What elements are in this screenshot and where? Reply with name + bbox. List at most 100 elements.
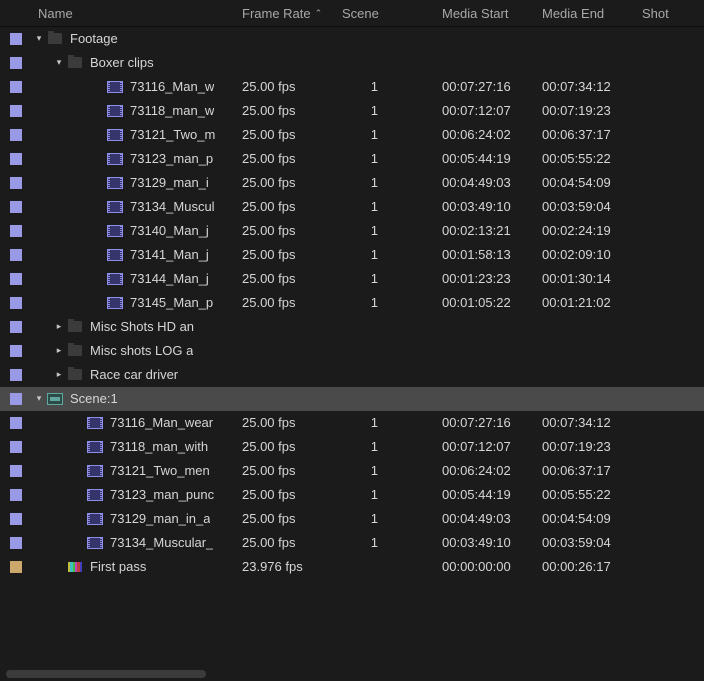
- scene-cell: 1: [336, 151, 436, 166]
- clip-icon: [86, 465, 104, 477]
- clip-icon: [106, 129, 124, 141]
- name-cell[interactable]: ▾Footage: [32, 31, 236, 46]
- clip-icon: [106, 297, 124, 309]
- label-swatch[interactable]: [10, 393, 22, 405]
- frame-rate-cell: 25.00 fps: [236, 151, 336, 166]
- label-swatch[interactable]: [10, 513, 22, 525]
- project-row[interactable]: ▸Misc shots LOG a: [0, 339, 704, 363]
- project-row[interactable]: ▸Race car driver: [0, 363, 704, 387]
- item-name: 73123_man_p: [130, 151, 213, 166]
- name-cell[interactable]: 73140_Man_j: [32, 223, 236, 238]
- label-swatch[interactable]: [10, 153, 22, 165]
- name-cell[interactable]: 73118_man_with: [32, 439, 236, 454]
- project-row[interactable]: 73121_Two_men25.00 fps100:06:24:0200:06:…: [0, 459, 704, 483]
- label-swatch[interactable]: [10, 537, 22, 549]
- media-end-cell: 00:03:59:04: [536, 199, 636, 214]
- name-cell[interactable]: 73145_Man_p: [32, 295, 236, 310]
- disclosure-closed-icon[interactable]: ▸: [52, 321, 66, 332]
- label-swatch[interactable]: [10, 81, 22, 93]
- clip-icon: [86, 417, 104, 429]
- frame-rate-cell: 25.00 fps: [236, 415, 336, 430]
- clip-icon: [86, 513, 104, 525]
- disclosure-open-icon[interactable]: ▾: [32, 33, 46, 44]
- name-cell[interactable]: ▾Boxer clips: [32, 55, 236, 70]
- project-row[interactable]: 73118_man_with25.00 fps100:07:12:0700:07…: [0, 435, 704, 459]
- label-swatch[interactable]: [10, 105, 22, 117]
- item-name: Scene:1: [70, 391, 118, 406]
- label-swatch[interactable]: [10, 177, 22, 189]
- sort-ascending-icon: ⌃: [315, 8, 323, 19]
- label-swatch[interactable]: [10, 129, 22, 141]
- column-header-media-start[interactable]: Media Start: [436, 0, 536, 26]
- project-row[interactable]: 73116_Man_w25.00 fps100:07:27:1600:07:34…: [0, 75, 704, 99]
- project-row[interactable]: 73129_man_in_a25.00 fps100:04:49:0300:04…: [0, 507, 704, 531]
- name-cell[interactable]: 73121_Two_m: [32, 127, 236, 142]
- label-swatch[interactable]: [10, 273, 22, 285]
- name-cell[interactable]: 73141_Man_j: [32, 247, 236, 262]
- name-cell[interactable]: 73118_man_w: [32, 103, 236, 118]
- label-swatch[interactable]: [10, 57, 22, 69]
- project-row[interactable]: 73118_man_w25.00 fps100:07:12:0700:07:19…: [0, 99, 704, 123]
- name-cell[interactable]: ▾ Scene:1: [32, 391, 236, 406]
- label-swatch[interactable]: [10, 561, 22, 573]
- disclosure-open-icon[interactable]: ▾: [52, 57, 66, 68]
- label-swatch[interactable]: [10, 33, 22, 45]
- label-swatch[interactable]: [10, 297, 22, 309]
- column-header-name[interactable]: Name: [32, 0, 236, 26]
- project-row[interactable]: 73140_Man_j25.00 fps100:02:13:2100:02:24…: [0, 219, 704, 243]
- project-row[interactable]: 73123_man_punc25.00 fps100:05:44:1900:05…: [0, 483, 704, 507]
- column-header-media-end[interactable]: Media End: [536, 0, 636, 26]
- project-row[interactable]: ▾Footage: [0, 27, 704, 51]
- project-row[interactable]: First pass23.976 fps00:00:00:0000:00:26:…: [0, 555, 704, 579]
- label-swatch[interactable]: [10, 465, 22, 477]
- label-swatch[interactable]: [10, 201, 22, 213]
- project-row[interactable]: 73145_Man_p25.00 fps100:01:05:2200:01:21…: [0, 291, 704, 315]
- project-row[interactable]: 73129_man_i25.00 fps100:04:49:0300:04:54…: [0, 171, 704, 195]
- name-cell[interactable]: 73116_Man_wear: [32, 415, 236, 430]
- project-row[interactable]: 73134_Muscular_25.00 fps100:03:49:1000:0…: [0, 531, 704, 555]
- label-swatch[interactable]: [10, 369, 22, 381]
- label-swatch[interactable]: [10, 321, 22, 333]
- disclosure-closed-icon[interactable]: ▸: [52, 345, 66, 356]
- name-cell[interactable]: 73134_Muscul: [32, 199, 236, 214]
- name-cell[interactable]: 73116_Man_w: [32, 79, 236, 94]
- project-row[interactable]: 73141_Man_j25.00 fps100:01:58:1300:02:09…: [0, 243, 704, 267]
- media-end-cell: 00:07:34:12: [536, 79, 636, 94]
- disclosure-closed-icon[interactable]: ▸: [52, 369, 66, 380]
- name-cell[interactable]: ▸Race car driver: [32, 367, 236, 382]
- label-swatch[interactable]: [10, 225, 22, 237]
- name-cell[interactable]: 73123_man_p: [32, 151, 236, 166]
- label-swatch[interactable]: [10, 249, 22, 261]
- project-row[interactable]: 73123_man_p25.00 fps100:05:44:1900:05:55…: [0, 147, 704, 171]
- label-swatch[interactable]: [10, 489, 22, 501]
- frame-rate-cell: 25.00 fps: [236, 199, 336, 214]
- label-swatch[interactable]: [10, 417, 22, 429]
- name-cell[interactable]: ▸Misc shots LOG a: [32, 343, 236, 358]
- column-header-shot[interactable]: Shot: [636, 0, 704, 26]
- label-swatch[interactable]: [10, 441, 22, 453]
- name-cell[interactable]: 73123_man_punc: [32, 487, 236, 502]
- clip-icon: [86, 489, 104, 501]
- name-cell[interactable]: 73134_Muscular_: [32, 535, 236, 550]
- project-row[interactable]: 73121_Two_m25.00 fps100:06:24:0200:06:37…: [0, 123, 704, 147]
- name-cell[interactable]: 73129_man_i: [32, 175, 236, 190]
- horizontal-scrollbar-thumb[interactable]: [6, 670, 206, 678]
- folder-icon: [66, 57, 84, 68]
- project-row[interactable]: 73134_Muscul25.00 fps100:03:49:1000:03:5…: [0, 195, 704, 219]
- column-header-scene[interactable]: Scene: [336, 0, 436, 26]
- project-row[interactable]: ▾Boxer clips: [0, 51, 704, 75]
- disclosure-open-icon[interactable]: ▾: [32, 393, 46, 404]
- horizontal-scrollbar[interactable]: [0, 667, 704, 681]
- name-cell[interactable]: 73129_man_in_a: [32, 511, 236, 526]
- name-cell[interactable]: 73121_Two_men: [32, 463, 236, 478]
- project-row[interactable]: 73144_Man_j25.00 fps100:01:23:2300:01:30…: [0, 267, 704, 291]
- project-row[interactable]: ▸Misc Shots HD an: [0, 315, 704, 339]
- project-row[interactable]: ▾ Scene:1: [0, 387, 704, 411]
- label-swatch[interactable]: [10, 345, 22, 357]
- column-header-frame-rate[interactable]: Frame Rate ⌃: [236, 0, 336, 26]
- name-cell[interactable]: ▸Misc Shots HD an: [32, 319, 236, 334]
- name-cell[interactable]: First pass: [32, 559, 236, 574]
- name-cell[interactable]: 73144_Man_j: [32, 271, 236, 286]
- media-start-cell: 00:07:27:16: [436, 415, 536, 430]
- project-row[interactable]: 73116_Man_wear25.00 fps100:07:27:1600:07…: [0, 411, 704, 435]
